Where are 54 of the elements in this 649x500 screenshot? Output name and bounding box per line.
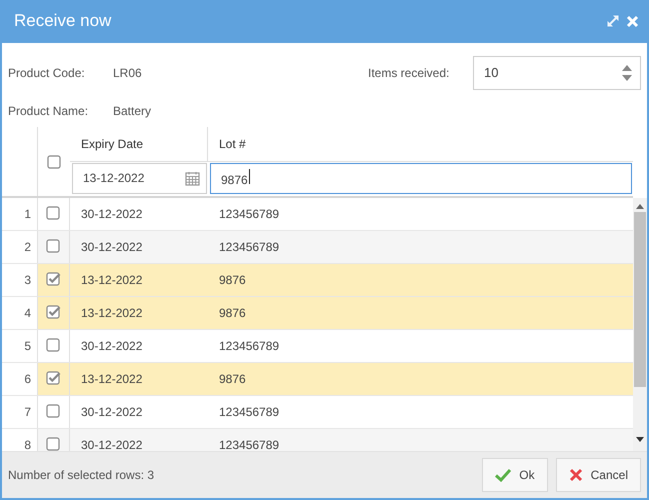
checkbox[interactable] [46, 371, 61, 386]
maximize-icon[interactable] [606, 14, 620, 28]
field-label: Product Name: [8, 104, 90, 118]
column-header[interactable]: Lot # [219, 136, 246, 151]
field-value: Battery [113, 104, 152, 118]
close-icon [568, 468, 583, 482]
checkbox[interactable] [46, 272, 61, 288]
table-cell-text: 30-12-2022 [80, 238, 144, 256]
checkbox[interactable] [46, 154, 62, 170]
number-field[interactable]: 10 [473, 56, 641, 90]
table-cell-text: 13-12-2022 [80, 272, 144, 289]
checkbox[interactable] [46, 404, 61, 420]
checkbox[interactable] [46, 305, 61, 320]
row-number: 8 [2, 428, 38, 452]
table-cell-text: 30-12-2022 [80, 206, 144, 223]
table-cell-text: 30-12-2022 [80, 338, 144, 355]
field-label: Product Code: [8, 66, 86, 80]
checkbox[interactable] [46, 239, 61, 254]
scrollbar[interactable] [633, 198, 647, 452]
filter-field[interactable]: 13-12-2022 [72, 162, 207, 194]
table-cell-text: 30-12-2022 [80, 404, 144, 421]
scroll-down-icon[interactable] [636, 437, 644, 444]
table-cell-text: 9876 [218, 272, 247, 289]
field-label: Items received: [368, 66, 450, 80]
field-value: LR06 [113, 66, 142, 80]
scrollbar-thumb[interactable] [634, 212, 646, 387]
scroll-up-icon[interactable] [636, 202, 644, 209]
status-text: Number of selected rows: 3 [8, 468, 156, 482]
row-number: 2 [2, 230, 38, 263]
column-header[interactable]: Expiry Date [81, 136, 144, 151]
check-icon [495, 468, 512, 482]
close-icon[interactable] [626, 14, 639, 28]
checkbox[interactable] [46, 437, 61, 452]
table-cell-text: 123456789 [218, 436, 280, 452]
table-cell-text: 123456789 [218, 238, 280, 256]
table-cell-text: 123456789 [218, 404, 280, 421]
table-cell-text: 13-12-2022 [80, 304, 144, 322]
table-cell-text: 123456789 [218, 338, 280, 355]
ok-button[interactable]: Ok [482, 458, 548, 492]
table-cell-text: 9876 [218, 304, 247, 322]
calendar-icon[interactable] [185, 170, 200, 186]
table-cell-text: 13-12-2022 [80, 370, 144, 388]
table-cell-text: 123456789 [218, 206, 280, 223]
cancel-button[interactable]: Cancel [556, 458, 641, 492]
spinner-arrows-icon[interactable] [622, 64, 632, 82]
row-number: 3 [2, 264, 38, 296]
checkbox[interactable] [46, 338, 61, 354]
row-number: 4 [2, 296, 38, 329]
checkbox[interactable] [46, 206, 61, 222]
filter-field[interactable]: 9876 [210, 162, 632, 194]
row-number: 6 [2, 362, 38, 395]
table-cell-text: 30-12-2022 [80, 436, 144, 452]
table-cell-text: 9876 [218, 370, 247, 388]
window-title: Receive now [14, 11, 112, 32]
